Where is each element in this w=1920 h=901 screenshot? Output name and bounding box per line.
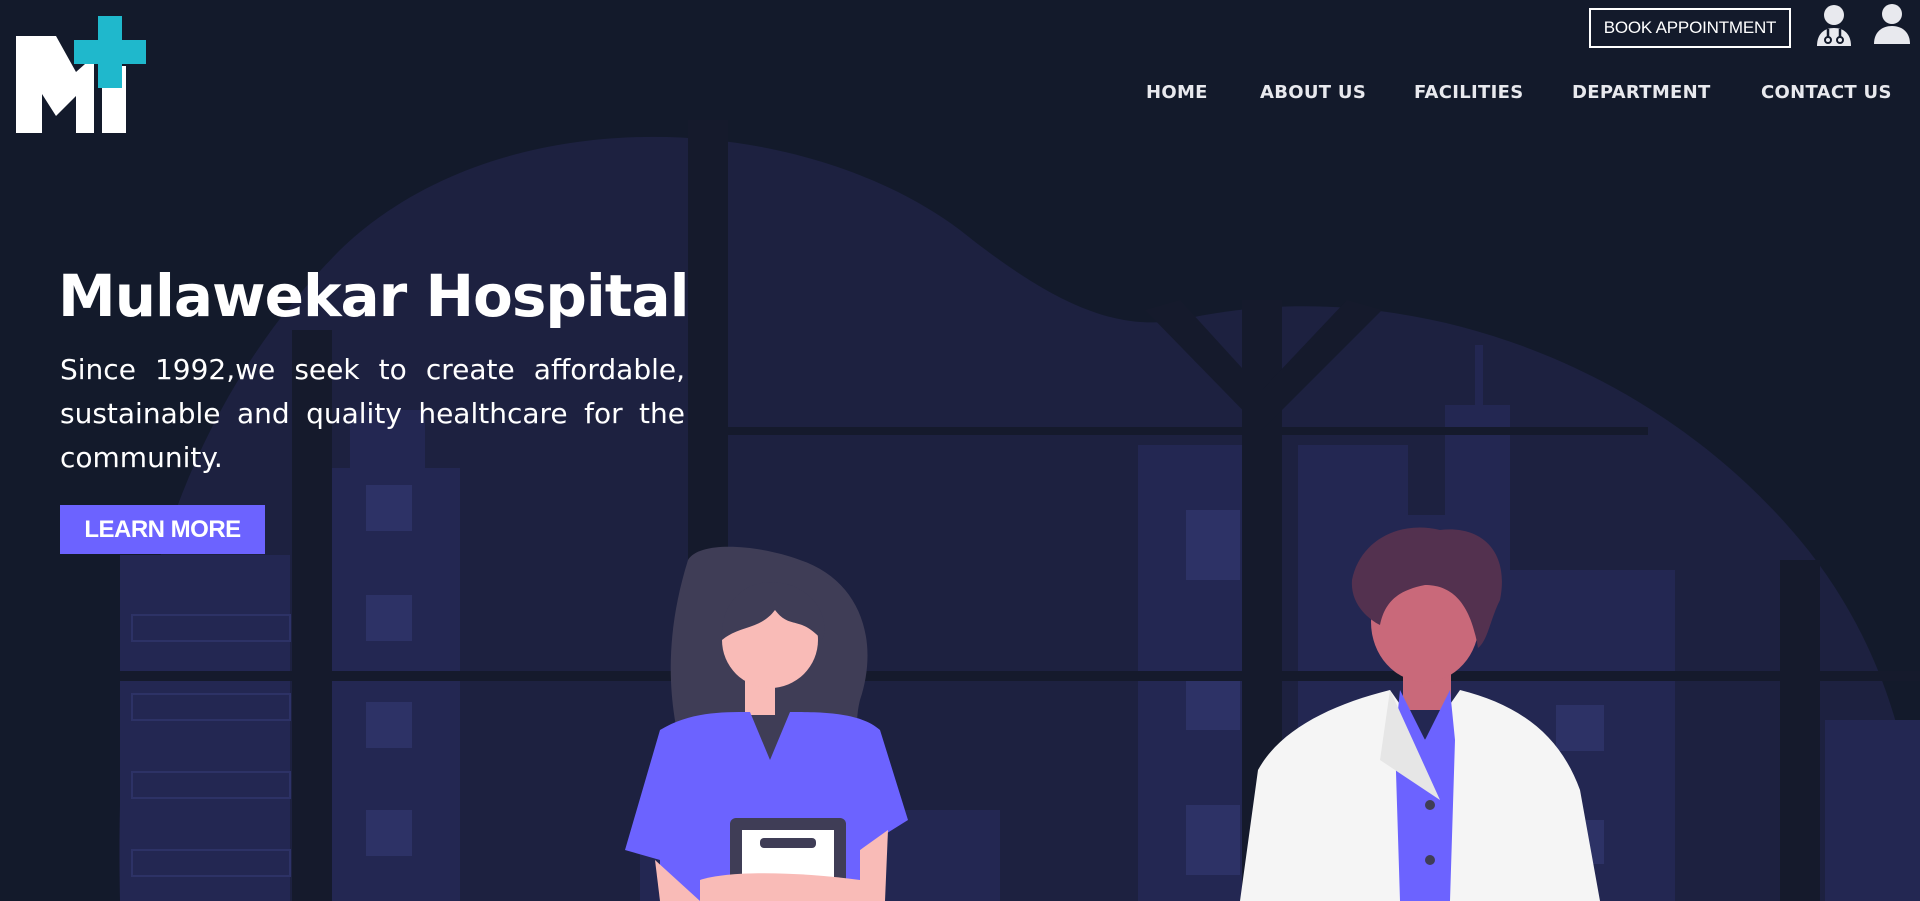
nav-facilities-link[interactable]: FACILITIES — [1414, 82, 1523, 103]
doctor-icon[interactable] — [1816, 4, 1852, 46]
hospital-logo[interactable] — [16, 16, 148, 133]
book-appointment-button[interactable]: BOOK APPOINTMENT — [1589, 8, 1791, 48]
hero-title: Mulawekar Hospital — [58, 262, 690, 330]
nav-about-us-link[interactable]: ABOUT US — [1260, 82, 1366, 103]
main-navigation: HOME ABOUT US FACILITIES DEPARTMENT CONT… — [0, 82, 1920, 108]
learn-more-button[interactable]: LEARN MORE — [60, 505, 265, 554]
nav-home-link[interactable]: HOME — [1146, 82, 1208, 103]
nav-contact-us-link[interactable]: CONTACT US — [1761, 82, 1892, 103]
hero-description: Since 1992,we seek to create affordable,… — [60, 353, 685, 474]
nav-department-link[interactable]: DEPARTMENT — [1572, 82, 1711, 103]
user-icon[interactable] — [1874, 4, 1910, 44]
